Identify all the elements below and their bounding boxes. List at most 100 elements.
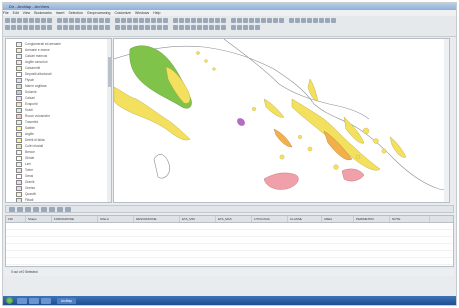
toolbar-button[interactable] — [69, 25, 74, 30]
attribute-table[interactable]: FID Shape FORMAZIONE SIGLA DESCRIZIONE ETA_MI… — [5, 215, 454, 267]
map-view[interactable] — [113, 38, 450, 203]
toolbar-button[interactable] — [23, 25, 28, 30]
toolbar-button[interactable] — [179, 25, 184, 30]
toolbar-button[interactable] — [63, 18, 68, 23]
toolbar-button[interactable] — [243, 18, 248, 23]
toolbar-button[interactable] — [197, 25, 202, 30]
menu-item-bookmarks[interactable]: Bookmarks — [34, 11, 52, 15]
map-canvas[interactable] — [114, 39, 450, 203]
toolbar-button[interactable] — [139, 18, 144, 23]
table-toolbar-button[interactable] — [17, 207, 23, 212]
toolbar-button[interactable] — [295, 18, 300, 23]
toolbar-button[interactable] — [157, 18, 162, 23]
toolbar-button[interactable] — [307, 18, 312, 23]
table-toolbar-button[interactable] — [9, 207, 15, 212]
toc-scrollbar[interactable] — [107, 39, 111, 202]
table-toolbar-button[interactable] — [49, 207, 55, 212]
column-header[interactable]: LITOLOGIA — [252, 216, 288, 222]
table-row[interactable] — [6, 244, 453, 251]
toolbar-button[interactable] — [121, 25, 126, 30]
toolbar-button[interactable] — [237, 25, 242, 30]
toolbar-button[interactable] — [179, 18, 184, 23]
toolbar-button[interactable] — [105, 25, 110, 30]
toolbar-button[interactable] — [145, 18, 150, 23]
toolbar-button[interactable] — [191, 18, 196, 23]
toolbar-button[interactable] — [127, 25, 132, 30]
table-of-contents[interactable]: Conglomerati ed arenarie Arenarie e marne… — [5, 38, 112, 203]
toolbar-button[interactable] — [255, 18, 260, 23]
table-toolbar-button[interactable] — [25, 207, 31, 212]
toolbar-button[interactable] — [191, 25, 196, 30]
toolbar-button[interactable] — [289, 18, 294, 23]
toolbar-button[interactable] — [209, 18, 214, 23]
toolbar-button[interactable] — [261, 18, 266, 23]
toolbar-button[interactable] — [173, 18, 178, 23]
table-row[interactable] — [6, 237, 453, 244]
toolbar-button[interactable] — [221, 18, 226, 23]
menu-item-customize[interactable]: Customize — [114, 11, 131, 15]
toolbar-button[interactable] — [133, 18, 138, 23]
menu-item-insert[interactable]: Insert — [56, 11, 65, 15]
column-header[interactable]: AREA — [322, 216, 354, 222]
toolbar-button[interactable] — [231, 18, 236, 23]
toolbar-button[interactable] — [249, 18, 254, 23]
toolbar-button[interactable] — [127, 18, 132, 23]
toolbar-button[interactable] — [203, 25, 208, 30]
column-header[interactable]: ETA_MAX — [216, 216, 252, 222]
toolbar-button[interactable] — [35, 18, 40, 23]
toolbar-button[interactable] — [11, 25, 16, 30]
toolbar-button[interactable] — [5, 25, 10, 30]
toolbar-button[interactable] — [255, 25, 260, 30]
toolbar-button[interactable] — [57, 18, 62, 23]
table-toolbar-button[interactable] — [33, 207, 39, 212]
toolbar-button[interactable] — [105, 18, 110, 23]
toolbar-button[interactable] — [115, 18, 120, 23]
column-header[interactable]: PERIMETRO — [354, 216, 390, 222]
toolbar-button[interactable] — [121, 18, 126, 23]
toolbar-button[interactable] — [75, 25, 80, 30]
table-toolbar-button[interactable] — [41, 207, 47, 212]
column-header[interactable]: NOTE — [390, 216, 430, 222]
toolbar-button[interactable] — [63, 25, 68, 30]
toolbar-button[interactable] — [133, 25, 138, 30]
toolbar-button[interactable] — [17, 25, 22, 30]
column-header[interactable]: FORMAZIONE — [52, 216, 98, 222]
table-row[interactable] — [6, 223, 453, 230]
toolbar-button[interactable] — [99, 25, 104, 30]
taskbar-pinned-1[interactable] — [17, 297, 27, 304]
toolbar-button[interactable] — [75, 18, 80, 23]
toolbar-button[interactable] — [23, 18, 28, 23]
toolbar-button[interactable] — [29, 25, 34, 30]
menu-item-geoprocessing[interactable]: Geoprocessing — [87, 11, 111, 15]
column-header[interactable]: Shape — [26, 216, 52, 222]
toolbar-button[interactable] — [5, 18, 10, 23]
taskbar-app-arcmap[interactable]: ArcMap — [57, 297, 76, 304]
toolbar-button[interactable] — [231, 25, 236, 30]
toolbar-button[interactable] — [47, 25, 52, 30]
toolbar-button[interactable] — [81, 25, 86, 30]
table-row[interactable] — [6, 230, 453, 237]
toolbar-button[interactable] — [47, 18, 52, 23]
start-button[interactable] — [6, 297, 13, 304]
toolbar-button[interactable] — [151, 18, 156, 23]
toolbar-button[interactable] — [87, 25, 92, 30]
toolbar-button[interactable] — [115, 25, 120, 30]
toolbar-button[interactable] — [41, 18, 46, 23]
toolbar-button[interactable] — [301, 18, 306, 23]
toolbar-button[interactable] — [157, 25, 162, 30]
toolbar-button[interactable] — [243, 25, 248, 30]
column-header[interactable]: DESCRIZIONE — [134, 216, 180, 222]
toolbar-button[interactable] — [93, 18, 98, 23]
toolbar-button[interactable] — [17, 18, 22, 23]
toolbar-button[interactable] — [221, 25, 226, 30]
toc-scroll-thumb[interactable] — [107, 57, 111, 87]
toolbar-button[interactable] — [93, 25, 98, 30]
toolbar-button[interactable] — [209, 25, 214, 30]
toolbar-button[interactable] — [249, 25, 254, 30]
table-row[interactable] — [6, 251, 453, 258]
toolbar-button[interactable] — [279, 18, 284, 23]
map-scrollbar[interactable] — [444, 39, 449, 202]
menu-item-edit[interactable]: Edit — [13, 11, 19, 15]
toolbar-button[interactable] — [57, 25, 62, 30]
column-header[interactable]: ETA_MIN — [180, 216, 216, 222]
